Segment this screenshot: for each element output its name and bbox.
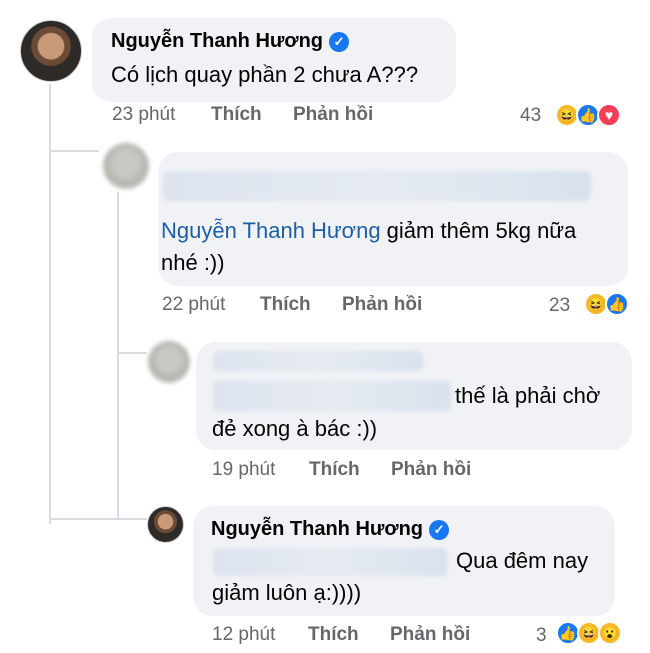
thread-line (49, 518, 147, 520)
comment-author[interactable]: Nguyễn Thanh Hương ✓ (211, 518, 450, 541)
redacted-author (163, 171, 591, 201)
redacted-text (213, 381, 451, 411)
reply-button[interactable]: Phản hồi (390, 624, 470, 646)
avatar[interactable] (147, 506, 184, 543)
avatar[interactable] (103, 143, 149, 189)
reaction-count[interactable]: 43 (520, 105, 541, 127)
reply-button[interactable]: Phản hồi (391, 459, 471, 481)
comment-text: thế là phải chờ (455, 383, 601, 408)
comment-text: Có lịch quay phần 2 chưa A??? (111, 62, 419, 87)
verified-badge-icon: ✓ (329, 31, 350, 52)
redacted-mention (213, 548, 447, 576)
author-name[interactable]: Nguyễn Thanh Hương (211, 518, 423, 541)
verified-badge-icon: ✓ (429, 519, 450, 540)
thread-line (117, 192, 119, 518)
comment-time[interactable]: 22 phút (162, 294, 225, 316)
comment-text: Qua đêm nay (456, 548, 589, 573)
avatar[interactable] (148, 341, 190, 383)
reply-button[interactable]: Phản hồi (342, 294, 422, 316)
avatar[interactable] (20, 20, 82, 82)
love-icon: ♥ (597, 103, 621, 127)
like-button[interactable]: Thích (260, 294, 311, 316)
author-name[interactable]: Nguyễn Thanh Hương (111, 30, 323, 53)
mention-link[interactable]: Nguyễn Thanh Hương (161, 218, 381, 243)
reply-button[interactable]: Phản hồi (293, 104, 373, 126)
comment-text: Nguyễn Thanh Hương giảm thêm 5kg nữa (161, 218, 577, 243)
reaction-count[interactable]: 23 (549, 295, 570, 317)
comment-text-line2: đẻ xong à bác :)) (212, 416, 378, 441)
comment-author[interactable]: Nguyễn Thanh Hương ✓ (111, 30, 350, 53)
wow-icon: 😮 (598, 621, 622, 645)
like-button[interactable]: Thích (309, 459, 360, 481)
comment-time[interactable]: 12 phút (212, 624, 275, 646)
thread-line (117, 352, 147, 354)
comment-time[interactable]: 19 phút (212, 459, 275, 481)
like-icon: 👍 (605, 292, 629, 316)
like-button[interactable]: Thích (211, 104, 262, 126)
thread-line (49, 150, 99, 152)
reaction-count[interactable]: 3 (536, 625, 547, 647)
like-button[interactable]: Thích (308, 624, 359, 646)
comment-time[interactable]: 23 phút (112, 104, 175, 126)
redacted-author (213, 351, 423, 371)
comment-text-line2: giảm luôn ạ:)))) (212, 580, 362, 605)
comment-text-line2: nhé :)) (161, 250, 225, 275)
